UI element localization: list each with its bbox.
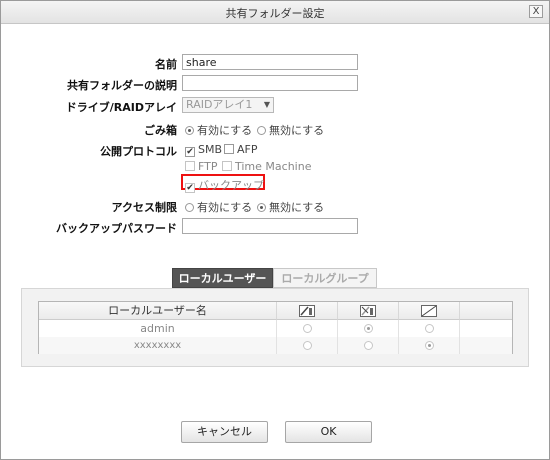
trash-enabled-option[interactable]: 有効にする: [185, 122, 252, 138]
column-header-spacer: [460, 302, 512, 320]
table-row: [399, 337, 460, 354]
smb-label: SMB: [198, 143, 223, 156]
table-row: [277, 320, 338, 337]
column-header-read-only[interactable]: [338, 302, 399, 320]
time-machine-option: Time Machine: [222, 160, 311, 173]
close-button[interactable]: X: [529, 5, 543, 18]
afp-option[interactable]: AFP: [224, 143, 258, 156]
access-enabled-label: 有効にする: [197, 201, 253, 214]
trash-disabled-radio[interactable]: [257, 126, 266, 135]
tab-local-users[interactable]: ローカルユーザー: [172, 268, 273, 288]
trash-disabled-label: 無効にする: [269, 124, 325, 137]
time-machine-label: Time Machine: [235, 160, 312, 173]
dialog-titlebar: 共有フォルダー設定 X: [1, 1, 549, 24]
name-input[interactable]: [182, 54, 358, 70]
ok-button[interactable]: OK: [285, 421, 372, 443]
smb-option[interactable]: ✔ SMB: [185, 143, 222, 157]
name-label: 名前: [155, 58, 177, 71]
table-row: [399, 320, 460, 337]
column-header-username: ローカルユーザー名: [39, 302, 277, 320]
admin-read-only-radio[interactable]: [363, 324, 373, 333]
drive-select[interactable]: RAIDアレイ1 ▼: [182, 97, 274, 113]
description-label: 共有フォルダーの説明: [67, 79, 177, 92]
table-row: [460, 337, 512, 354]
read-only-icon: [360, 305, 376, 317]
description-input[interactable]: [182, 75, 358, 91]
afp-label: AFP: [237, 143, 258, 156]
user2-read-only-radio[interactable]: [363, 341, 373, 350]
column-header-no-access[interactable]: [399, 302, 460, 320]
shared-folder-settings-dialog: 共有フォルダー設定 X 名前 共有フォルダーの説明 ドライブ/RAIDアレイ R…: [0, 0, 550, 460]
afp-checkbox[interactable]: [224, 144, 234, 154]
user-permissions-table: ローカルユーザー名 admin xxxxxxxx: [38, 301, 513, 354]
drive-select-value: RAIDアレイ1: [186, 98, 253, 111]
trash-disabled-option[interactable]: 無効にする: [257, 122, 324, 138]
backup-option: ✔ バックアップ: [185, 177, 264, 193]
no-access-icon: [421, 305, 437, 317]
backup-label: バックアップ: [198, 179, 264, 192]
admin-read-write-radio[interactable]: [302, 324, 312, 333]
dialog-title: 共有フォルダー設定: [225, 7, 325, 20]
backup-checkbox: ✔: [185, 183, 195, 193]
access-enabled-option[interactable]: 有効にする: [185, 199, 252, 215]
protocol-label: 公開プロトコル: [100, 145, 177, 158]
trash-label: ごみ箱: [144, 124, 177, 137]
backup-password-label: バックアップパスワード: [56, 222, 177, 235]
ftp-checkbox: [185, 161, 195, 171]
drive-label: ドライブ/RAIDアレイ: [65, 101, 177, 114]
ftp-label: FTP: [198, 160, 218, 173]
column-header-read-write[interactable]: [277, 302, 338, 320]
access-disabled-radio[interactable]: [257, 203, 266, 212]
read-write-icon: [299, 305, 315, 317]
table-row-username: xxxxxxxx: [39, 337, 277, 354]
admin-no-access-radio[interactable]: [424, 324, 434, 333]
trash-enabled-radio[interactable]: [185, 126, 194, 135]
backup-password-input[interactable]: [182, 218, 358, 234]
access-enabled-radio[interactable]: [185, 203, 194, 212]
table-row: [277, 337, 338, 354]
ftp-option: FTP: [185, 160, 218, 173]
tab-local-groups[interactable]: ローカルグループ: [273, 268, 377, 288]
table-row-username: admin: [39, 320, 277, 337]
time-machine-checkbox: [222, 161, 232, 171]
table-row: [338, 320, 399, 337]
trash-enabled-label: 有効にする: [197, 124, 253, 137]
smb-checkbox[interactable]: ✔: [185, 147, 195, 157]
access-label: アクセス制限: [111, 201, 177, 214]
table-row: [338, 337, 399, 354]
chevron-down-icon: ▼: [263, 100, 270, 109]
cancel-button[interactable]: キャンセル: [181, 421, 268, 443]
user2-no-access-radio[interactable]: [424, 341, 434, 350]
user2-read-write-radio[interactable]: [302, 341, 312, 350]
access-disabled-option[interactable]: 無効にする: [257, 199, 324, 215]
access-disabled-label: 無効にする: [269, 201, 325, 214]
